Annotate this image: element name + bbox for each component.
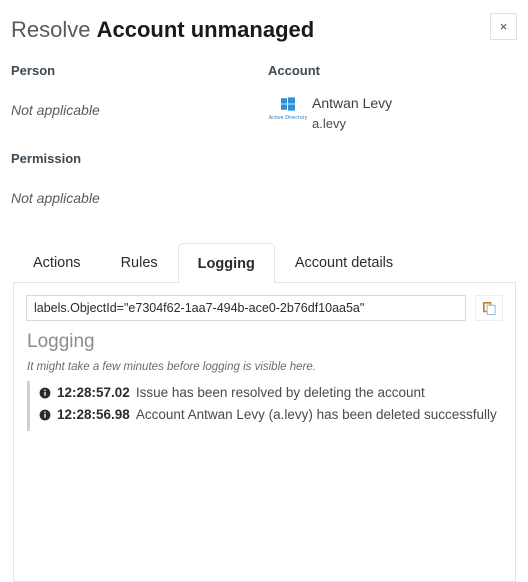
log-entry: 12:28:56.98 Account Antwan Levy (a.levy)… — [39, 405, 501, 425]
query-row — [26, 295, 503, 321]
permission-section: Permission Not applicable — [11, 150, 251, 208]
log-list: 12:28:57.02 Issue has been resolved by d… — [27, 381, 501, 431]
permission-label: Permission — [11, 151, 82, 166]
copy-icon — [482, 301, 496, 315]
log-entry-time: 12:28:56.98 — [57, 407, 130, 422]
permission-value: Not applicable — [11, 190, 100, 206]
close-icon: × — [499, 19, 508, 34]
account-label: Account — [268, 63, 320, 78]
account-identity: Antwan Levy a.levy — [312, 94, 392, 133]
page-title-prefix: Resolve — [11, 17, 91, 42]
account-row: Active Directory Antwan Levy a.levy — [268, 94, 518, 133]
log-entry-message: Account Antwan Levy (a.levy) has been de… — [135, 407, 497, 422]
person-label: Person — [11, 63, 56, 78]
query-input[interactable] — [26, 295, 466, 321]
person-value: Not applicable — [11, 102, 100, 118]
log-entry-message: Issue has been resolved by deleting the … — [135, 385, 425, 400]
person-section: Person Not applicable — [11, 62, 251, 120]
log-entry: 12:28:57.02 Issue has been resolved by d… — [39, 383, 501, 403]
tab-logging[interactable]: Logging — [177, 243, 275, 283]
page-title: Resolve Account unmanaged — [11, 15, 314, 45]
copy-button[interactable] — [475, 295, 503, 321]
logging-heading: Logging — [27, 331, 95, 352]
account-section: Account Active Directory Antwan Levy a.l… — [268, 62, 518, 133]
info-icon — [39, 409, 51, 421]
active-directory-caption: Active Directory — [268, 114, 308, 121]
logging-note: It might take a few minutes before loggi… — [27, 361, 316, 373]
tab-bar: Actions Rules Logging Account details — [13, 243, 413, 283]
tab-account-details[interactable]: Account details — [275, 243, 413, 282]
info-icon — [39, 387, 51, 399]
close-button[interactable]: × — [490, 13, 517, 40]
active-directory-icon: Active Directory — [268, 94, 308, 120]
page-title-main: Account unmanaged — [96, 17, 315, 42]
dialog-titlebar: Resolve Account unmanaged × — [0, 0, 528, 60]
log-entry-time: 12:28:57.02 — [57, 385, 130, 400]
account-name: Antwan Levy — [312, 95, 393, 111]
account-login: a.levy — [312, 116, 346, 131]
tab-rules[interactable]: Rules — [101, 243, 178, 282]
tab-actions[interactable]: Actions — [13, 243, 101, 282]
logging-tab-panel: Logging It might take a few minutes befo… — [13, 282, 516, 582]
